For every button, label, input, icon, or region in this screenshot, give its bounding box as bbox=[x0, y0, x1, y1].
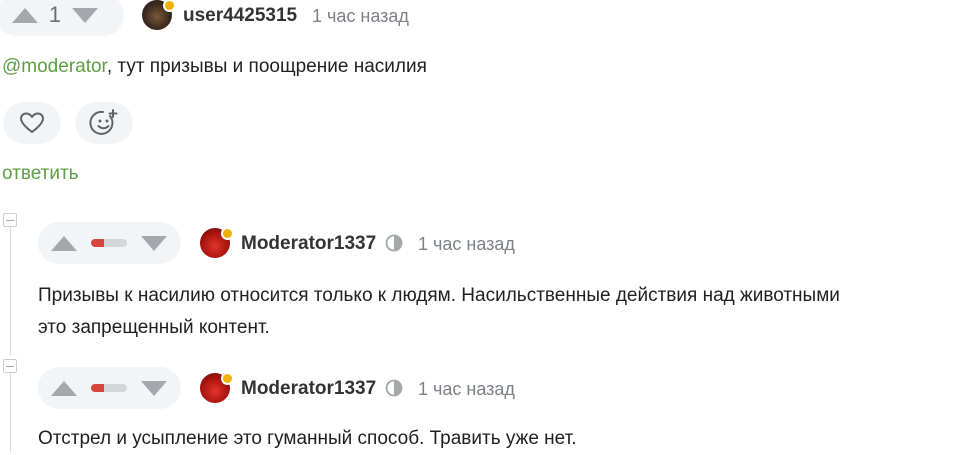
upvote-button[interactable] bbox=[51, 380, 77, 396]
username[interactable]: user4425315 bbox=[183, 5, 297, 27]
username[interactable]: Moderator1337 bbox=[241, 378, 376, 400]
comment-text: @moderator, тут призывы и поощрение наси… bbox=[2, 51, 427, 83]
online-indicator bbox=[163, 0, 176, 12]
online-indicator bbox=[221, 372, 234, 385]
upvote-button[interactable] bbox=[51, 235, 77, 251]
reply-text-line: Отстрел и усыпление это гуманный способ.… bbox=[38, 428, 577, 449]
collapse-thread-button[interactable] bbox=[3, 359, 17, 373]
reply-text-line: это запрещенный контент. bbox=[38, 317, 270, 338]
heart-icon bbox=[20, 112, 44, 133]
emoji-add-icon bbox=[89, 109, 118, 135]
reaction-button[interactable] bbox=[75, 102, 133, 144]
upvote-button[interactable] bbox=[12, 7, 38, 23]
vote-control bbox=[38, 222, 181, 264]
rating-bar bbox=[91, 239, 127, 247]
reply-text-line: Призывы к насилию относится только к люд… bbox=[38, 285, 840, 306]
downvote-button[interactable] bbox=[72, 7, 98, 23]
reply-link[interactable]: ответить bbox=[2, 163, 79, 185]
thread-line bbox=[10, 373, 11, 453]
rating-bar bbox=[91, 384, 127, 392]
online-indicator bbox=[221, 227, 234, 240]
comment-score: 1 bbox=[48, 2, 62, 27]
collapse-thread-button[interactable] bbox=[3, 213, 17, 227]
rating-bar-fill bbox=[91, 239, 104, 247]
downvote-button[interactable] bbox=[141, 380, 167, 396]
timestamp[interactable]: 1 час назад bbox=[418, 379, 515, 400]
downvote-button[interactable] bbox=[141, 235, 167, 251]
vote-control bbox=[38, 367, 181, 409]
comment-body: , тут призывы и поощрение насилия bbox=[106, 56, 427, 77]
rating-bar-fill bbox=[91, 384, 104, 392]
username[interactable]: Moderator1337 bbox=[241, 233, 376, 255]
timestamp[interactable]: 1 час назад bbox=[418, 234, 515, 255]
thread-line bbox=[10, 227, 11, 355]
mention-link[interactable]: @moderator bbox=[2, 56, 107, 77]
vote-control: 1 bbox=[0, 0, 124, 36]
timestamp[interactable]: 1 час назад bbox=[312, 6, 409, 27]
like-button[interactable] bbox=[3, 102, 61, 144]
moderator-badge-icon bbox=[385, 234, 403, 252]
moderator-badge-icon bbox=[385, 379, 403, 397]
